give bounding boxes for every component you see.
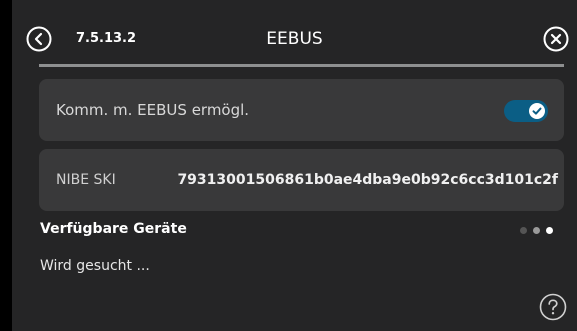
check-icon [532, 107, 542, 115]
help-button[interactable] [539, 293, 567, 321]
ski-value: 79313001506861b0ae4dba9e0b92c6cc3d101c2f [177, 172, 558, 188]
page-title: EEBUS [266, 29, 323, 49]
search-status: Wird gesucht ... [40, 258, 150, 274]
page-dot [533, 227, 540, 234]
question-mark-icon [539, 293, 567, 321]
header: 7.5.13.2 EEBUS [12, 0, 577, 64]
available-devices-title: Verfügbare Geräte [40, 221, 187, 237]
eebus-enable-toggle[interactable] [504, 100, 548, 122]
close-button[interactable] [543, 26, 569, 52]
page-dot-active [546, 227, 553, 234]
ski-label: NIBE SKI [56, 172, 116, 188]
page-dot [520, 227, 527, 234]
eebus-enable-label: Komm. m. EEBUS ermögl. [56, 101, 250, 119]
eebus-enable-row[interactable]: Komm. m. EEBUS ermögl. [39, 79, 564, 141]
eebus-screen: 7.5.13.2 EEBUS Komm. m. EEBUS ermögl. NI… [12, 0, 577, 331]
close-icon [543, 26, 569, 52]
header-divider [39, 64, 564, 67]
nibe-ski-row: NIBE SKI 79313001506861b0ae4dba9e0b92c6c… [39, 149, 564, 211]
toggle-knob [529, 103, 545, 119]
